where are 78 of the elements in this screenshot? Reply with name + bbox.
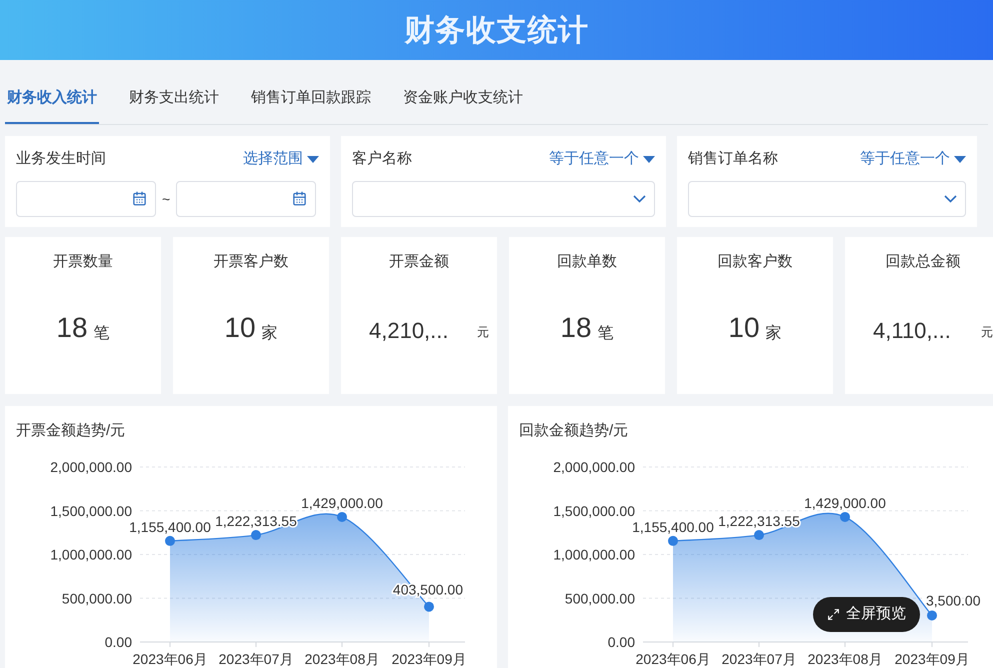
stat-unit: 家 bbox=[766, 326, 782, 342]
chevron-down-icon bbox=[944, 194, 957, 202]
value-label: 1,155,400.00 bbox=[129, 518, 211, 535]
data-point bbox=[668, 536, 678, 546]
stat-value: 4,210,... bbox=[369, 316, 449, 344]
axis-label: 2023年06月 bbox=[636, 651, 710, 667]
axis-label: 0.00 bbox=[608, 634, 635, 650]
stat-unit: 元 bbox=[477, 324, 489, 340]
caret-icon bbox=[643, 156, 655, 163]
tab[interactable]: 销售订单回款跟踪 bbox=[249, 74, 373, 124]
operator-dropdown[interactable]: 等于任意一个 bbox=[860, 148, 966, 170]
tab[interactable]: 财务支出统计 bbox=[127, 74, 221, 124]
stat-label: 回款单数 bbox=[557, 252, 617, 272]
data-point bbox=[927, 610, 937, 620]
chevron-down-icon bbox=[633, 194, 646, 202]
stat-label: 开票金额 bbox=[389, 252, 449, 272]
caret-icon bbox=[954, 156, 966, 163]
expand-icon bbox=[827, 608, 840, 621]
date-field[interactable] bbox=[16, 180, 156, 216]
data-point bbox=[840, 512, 850, 522]
fullscreen-button[interactable]: 全屏预览 bbox=[813, 597, 920, 632]
stat-value: 4,110,... bbox=[873, 316, 951, 344]
axis-label: 1,500,000.00 bbox=[50, 502, 132, 519]
axis-label: 1,000,000.00 bbox=[50, 546, 132, 562]
range-separator: ~ bbox=[162, 190, 170, 208]
value-label: 3,500.00 bbox=[926, 592, 980, 608]
date-field[interactable] bbox=[176, 180, 316, 216]
data-point bbox=[165, 536, 175, 546]
axis-label: 2,000,000.00 bbox=[50, 459, 132, 475]
axis-label: 1,500,000.00 bbox=[553, 502, 635, 519]
data-point bbox=[337, 512, 347, 522]
stat-value: 10 bbox=[224, 314, 256, 342]
chart-title: 开票金额趋势/元 bbox=[15, 421, 126, 441]
axis-label: 0.00 bbox=[104, 634, 132, 650]
stat-unit: 家 bbox=[262, 326, 278, 342]
axis-label: 2023年08月 bbox=[808, 651, 882, 667]
caret-icon bbox=[307, 156, 319, 163]
chart-title: 回款金额趋势/元 bbox=[518, 421, 630, 441]
stat-label: 开票客户数 bbox=[214, 252, 288, 272]
axis-label: 2023年06月 bbox=[132, 651, 208, 667]
stat-unit: 笔 bbox=[94, 326, 110, 342]
calendar-icon bbox=[292, 191, 308, 206]
axis-label: 2023年07月 bbox=[722, 651, 796, 667]
data-point bbox=[424, 602, 434, 612]
value-label: 1,429,000.00 bbox=[301, 494, 383, 511]
tab[interactable]: 财务收入统计 bbox=[5, 74, 99, 124]
value-label: 1,222,313.55 bbox=[718, 513, 800, 530]
filter-label: 销售订单名称 bbox=[688, 149, 778, 169]
stat-value: 18 bbox=[560, 314, 592, 342]
axis-label: 2023年08月 bbox=[304, 651, 380, 667]
value-label: 1,222,313.55 bbox=[215, 513, 297, 530]
axis-label: 2,000,000.00 bbox=[553, 459, 635, 475]
axis-label: 2023年09月 bbox=[392, 651, 466, 667]
stat-value: 18 bbox=[56, 314, 88, 342]
axis-label: 500,000.00 bbox=[564, 590, 635, 606]
stat-value: 10 bbox=[728, 314, 760, 342]
value-label: 1,429,000.00 bbox=[804, 494, 886, 511]
stat-label: 开票数量 bbox=[53, 252, 113, 272]
page-title: 财务收支统计 bbox=[404, 12, 589, 48]
data-point bbox=[251, 530, 261, 540]
axis-label: 500,000.00 bbox=[62, 590, 132, 606]
select-field[interactable] bbox=[352, 180, 655, 216]
filter-label: 业务发生时间 bbox=[16, 149, 106, 169]
operator-dropdown[interactable]: 等于任意一个 bbox=[549, 148, 655, 170]
stat-label: 回款总金额 bbox=[886, 252, 960, 272]
axis-label: 1,000,000.00 bbox=[553, 546, 635, 562]
select-field[interactable] bbox=[688, 180, 966, 216]
stat-label: 回款客户数 bbox=[718, 252, 792, 272]
axis-label: 2023年09月 bbox=[894, 651, 970, 667]
stat-unit: 笔 bbox=[598, 326, 614, 342]
data-point bbox=[754, 530, 764, 540]
stat-unit: 元 bbox=[981, 324, 993, 340]
tab[interactable]: 资金账户收支统计 bbox=[401, 74, 525, 124]
calendar-icon bbox=[132, 191, 147, 206]
axis-label: 2023年07月 bbox=[218, 651, 294, 667]
operator-dropdown[interactable]: 选择范围 bbox=[243, 148, 319, 170]
filter-label: 客户名称 bbox=[352, 149, 412, 169]
value-label: 1,155,400.00 bbox=[632, 518, 714, 535]
